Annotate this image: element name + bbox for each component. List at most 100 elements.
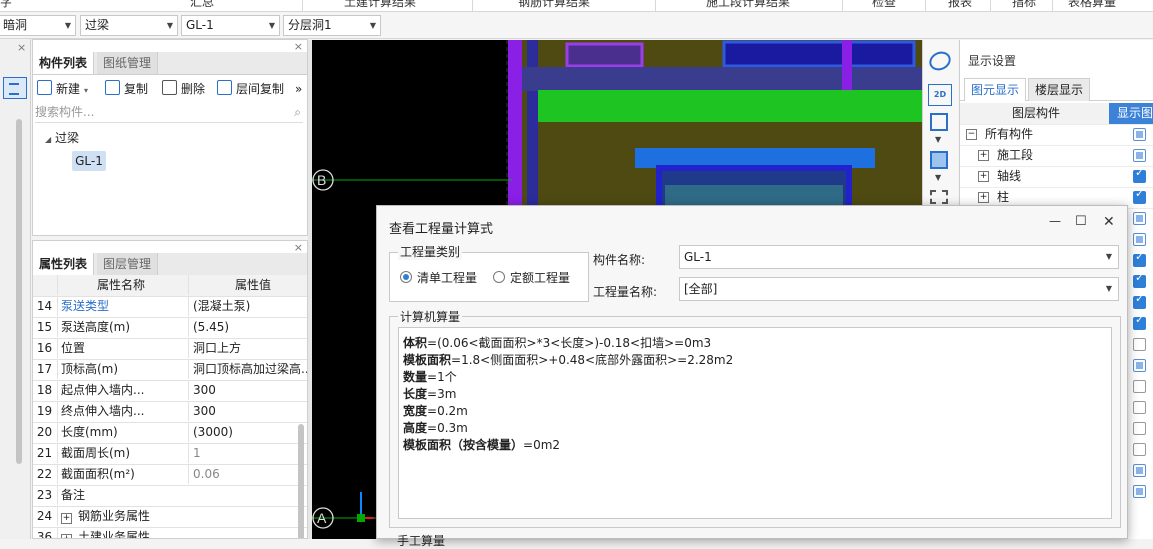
display-checkbox[interactable]: [1133, 212, 1146, 225]
list-view-icon[interactable]: [3, 77, 27, 99]
ribbon-tab-civil-result[interactable]: 土建计算结果: [344, 0, 416, 10]
close-button[interactable]: ✕: [1103, 214, 1115, 230]
table-row[interactable]: 21 截面周长(m) 1: [33, 443, 307, 465]
copy-button[interactable]: 复制: [105, 79, 148, 99]
tab-property-list[interactable]: 属性列表: [33, 253, 95, 275]
collapse-triangle-icon[interactable]: ◢: [45, 135, 51, 144]
display-checkbox[interactable]: [1133, 149, 1146, 162]
radio-bill-qty[interactable]: [400, 271, 412, 283]
chevron-down-icon[interactable]: ▼: [935, 173, 941, 182]
table-row[interactable]: 23 备注: [33, 485, 307, 507]
tab-drawing-manage[interactable]: 图纸管理: [97, 52, 159, 74]
property-value[interactable]: 洞口上方: [188, 338, 307, 358]
row-number: 24: [36, 509, 53, 523]
display-checkbox[interactable]: [1133, 464, 1146, 477]
layer-select[interactable]: 分层洞1 ▼: [283, 15, 381, 36]
expand-icon[interactable]: +: [61, 534, 72, 538]
delete-button[interactable]: 删除: [162, 79, 205, 99]
table-row[interactable]: 14 泵送类型 (混凝土泵): [33, 296, 307, 318]
expand-icon[interactable]: +: [978, 192, 989, 203]
vertical-scrollbar[interactable]: [16, 119, 22, 464]
ribbon-tab-partial[interactable]: 字: [0, 0, 12, 10]
element-name-select[interactable]: GL-1 ▼: [181, 15, 280, 36]
property-value[interactable]: 洞口顶标高加过梁高...: [188, 359, 307, 379]
formula-textbox[interactable]: 体积=(0.06<截面面积>*3<长度>)-0.18<扣墙>=0m3 模板面积=1…: [398, 327, 1112, 519]
radio-quota-qty[interactable]: [493, 271, 505, 283]
more-button[interactable]: »: [295, 79, 302, 99]
chevron-down-icon: ▼: [1105, 252, 1112, 261]
component-name-select[interactable]: GL-1 ▼: [679, 245, 1119, 269]
3d-box-icon[interactable]: [930, 113, 948, 131]
tab-element-display[interactable]: 图元显示: [964, 78, 1027, 101]
table-row[interactable]: 19 终点伸入墙内... 300: [33, 401, 307, 423]
element-type-select[interactable]: 过梁 ▼: [80, 15, 178, 36]
vertical-scrollbar[interactable]: [298, 424, 304, 538]
tree-root[interactable]: ◢ 过梁: [45, 129, 79, 146]
chevron-down-icon[interactable]: ▼: [935, 135, 941, 144]
search-input[interactable]: 搜索构件... ⌕: [35, 103, 303, 123]
table-row[interactable]: 36 + 土建业务属性: [33, 527, 307, 538]
ribbon-tab-table-qty[interactable]: 表格算量: [1068, 0, 1116, 10]
tab-layer-manage[interactable]: 图层管理: [97, 253, 159, 275]
expand-icon[interactable]: +: [978, 150, 989, 161]
expand-icon[interactable]: +: [978, 171, 989, 182]
table-row[interactable]: 16 位置 洞口上方: [33, 338, 307, 360]
qty-name-select[interactable]: [全部] ▼: [679, 277, 1119, 301]
display-checkbox[interactable]: [1133, 359, 1146, 372]
select-region-icon[interactable]: [930, 190, 948, 204]
property-value[interactable]: 0.06: [188, 464, 307, 484]
display-checkbox[interactable]: [1133, 422, 1146, 435]
tab-floor-display[interactable]: 楼层显示: [1028, 78, 1091, 101]
minimize-button[interactable]: —: [1049, 214, 1061, 228]
display-checkbox[interactable]: [1133, 292, 1146, 309]
property-value[interactable]: 300: [188, 401, 307, 421]
new-button[interactable]: 新建 ▾: [37, 79, 88, 99]
formula-expression: =0.2m: [427, 404, 468, 418]
display-checkbox[interactable]: [1133, 313, 1146, 330]
display-checkbox[interactable]: [1133, 128, 1146, 141]
search-icon[interactable]: ⌕: [294, 103, 301, 122]
ribbon-tab-check[interactable]: 检查: [872, 0, 896, 10]
layer-copy-button[interactable]: 层间复制: [217, 79, 284, 99]
ribbon-tab-stage-result[interactable]: 施工段计算结果: [706, 0, 790, 10]
property-value[interactable]: 300: [188, 380, 307, 400]
property-value[interactable]: 1: [188, 443, 307, 463]
maximize-button[interactable]: ☐: [1075, 214, 1087, 229]
property-value[interactable]: (3000): [188, 422, 307, 442]
tab-component-list[interactable]: 构件列表: [33, 52, 95, 74]
display-checkbox[interactable]: [1133, 401, 1146, 414]
display-tree-row[interactable]: − 所有构件: [960, 124, 1153, 146]
orbit-icon[interactable]: [926, 48, 954, 74]
table-row[interactable]: 24 + 钢筋业务属性: [33, 506, 307, 528]
display-checkbox[interactable]: [1133, 187, 1146, 204]
expand-icon[interactable]: −: [966, 129, 977, 140]
ribbon-tab-rebar-result[interactable]: 钢筋计算结果: [518, 0, 590, 10]
table-row[interactable]: 22 截面面积(m²) 0.06: [33, 464, 307, 486]
ribbon-tab-report[interactable]: 报表: [948, 0, 972, 10]
table-row[interactable]: 20 长度(mm) (3000): [33, 422, 307, 444]
ribbon-tab-summary[interactable]: 汇总: [190, 0, 214, 10]
display-checkbox[interactable]: [1133, 338, 1146, 351]
component-panel-tabs: 构件列表 图纸管理: [33, 52, 307, 75]
floor-type-select[interactable]: 暗洞 ▼: [0, 15, 76, 36]
close-icon[interactable]: ×: [17, 41, 26, 54]
display-checkbox[interactable]: [1133, 485, 1146, 498]
expand-icon[interactable]: +: [61, 513, 72, 524]
display-checkbox[interactable]: [1133, 250, 1146, 267]
display-tree-row[interactable]: + 轴线: [960, 166, 1153, 188]
table-row[interactable]: 15 泵送高度(m) (5.45): [33, 317, 307, 339]
display-checkbox[interactable]: [1133, 166, 1146, 183]
display-tree-row[interactable]: + 施工段: [960, 145, 1153, 167]
3d-solid-icon[interactable]: [930, 151, 948, 169]
display-checkbox[interactable]: [1133, 271, 1146, 288]
table-row[interactable]: 17 顶标高(m) 洞口顶标高加过梁高...: [33, 359, 307, 381]
table-row[interactable]: 18 起点伸入墙内... 300: [33, 380, 307, 402]
property-value[interactable]: (5.45): [188, 317, 307, 337]
tree-item-gl1[interactable]: GL-1: [72, 151, 106, 171]
display-checkbox[interactable]: [1133, 443, 1146, 456]
display-checkbox[interactable]: [1133, 233, 1146, 246]
property-value[interactable]: (混凝土泵): [188, 296, 307, 316]
ribbon-tab-index[interactable]: 指标: [1012, 0, 1036, 10]
display-checkbox[interactable]: [1133, 380, 1146, 393]
2d-icon[interactable]: 2D: [928, 84, 952, 106]
